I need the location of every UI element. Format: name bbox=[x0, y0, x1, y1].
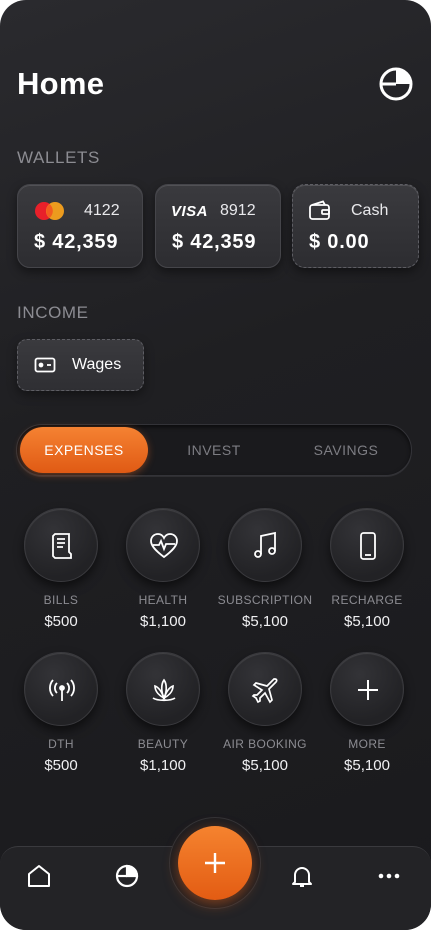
income-item-label: Wages bbox=[72, 356, 122, 373]
category-button[interactable] bbox=[330, 652, 404, 726]
category-name: HEALTH bbox=[138, 593, 188, 607]
wallet-card-mastercard[interactable]: 4122 $ 42,359 bbox=[17, 184, 143, 268]
category-button[interactable] bbox=[228, 652, 302, 726]
card-number: 8912 bbox=[220, 202, 256, 219]
category-value: $500 bbox=[44, 757, 78, 774]
category-value: $500 bbox=[44, 613, 78, 630]
tab-savings[interactable]: SAVINGS bbox=[281, 425, 411, 475]
category-value: $5,100 bbox=[344, 757, 390, 774]
smartphone-icon bbox=[360, 532, 376, 560]
category-name: MORE bbox=[348, 737, 386, 751]
category-value: $5,100 bbox=[242, 613, 288, 630]
heart-pulse-icon bbox=[150, 533, 178, 559]
card-balance: $ 42,359 bbox=[172, 231, 257, 253]
receipt-icon bbox=[52, 533, 72, 559]
tab-invest[interactable]: INVEST bbox=[149, 425, 279, 475]
add-icon[interactable] bbox=[178, 826, 252, 900]
category-name: BEAUTY bbox=[137, 737, 189, 751]
card-balance: $ 42,359 bbox=[34, 231, 119, 253]
lotus-icon bbox=[152, 678, 176, 702]
category-value: $5,100 bbox=[242, 757, 288, 774]
category-button[interactable] bbox=[228, 508, 302, 582]
category-name: SUBSCRIPTION bbox=[217, 593, 313, 607]
category-value: $5,100 bbox=[344, 613, 390, 630]
antenna-icon bbox=[49, 679, 75, 701]
airplane-icon bbox=[251, 678, 278, 704]
visa-logo: VISA bbox=[171, 202, 209, 220]
category-button[interactable] bbox=[126, 508, 200, 582]
phone-screen: Home WALLETS 4122 $ 42,359 VISA 8912 $ 4… bbox=[0, 0, 431, 930]
wallets-label: WALLETS bbox=[17, 148, 100, 167]
category-name: DTH bbox=[48, 737, 74, 751]
wallet-card-visa[interactable]: VISA 8912 $ 42,359 bbox=[155, 184, 281, 268]
page-title: Home bbox=[17, 66, 105, 101]
income-label: INCOME bbox=[17, 303, 89, 322]
tab-expenses[interactable]: EXPENSES bbox=[20, 427, 148, 473]
category-tabs: EXPENSES INVEST SAVINGS bbox=[16, 424, 412, 476]
income-wages-chip[interactable]: Wages bbox=[17, 339, 144, 391]
category-value: $1,100 bbox=[140, 613, 186, 630]
category-button[interactable] bbox=[126, 652, 200, 726]
wallet-icon bbox=[308, 200, 332, 221]
category-name: AIR BOOKING bbox=[223, 737, 307, 751]
card-number: 4122 bbox=[84, 202, 120, 219]
bell-icon[interactable] bbox=[289, 863, 315, 889]
category-button[interactable] bbox=[330, 508, 404, 582]
wallet-card-cash[interactable]: Cash $ 0.00 bbox=[292, 184, 419, 268]
category-value: $1,100 bbox=[140, 757, 186, 774]
card-balance: $ 0.00 bbox=[309, 231, 370, 253]
more-icon[interactable] bbox=[376, 863, 402, 889]
card-label: Cash bbox=[351, 202, 389, 219]
category-button[interactable] bbox=[24, 652, 98, 726]
plus-icon bbox=[358, 680, 378, 700]
category-button[interactable] bbox=[24, 508, 98, 582]
category-name: BILLS bbox=[43, 593, 79, 607]
cash-icon bbox=[34, 356, 56, 379]
category-name: RECHARGE bbox=[331, 593, 403, 607]
home-icon[interactable] bbox=[26, 863, 52, 889]
pie-chart-nav-icon[interactable] bbox=[114, 863, 140, 889]
music-note-icon bbox=[254, 531, 276, 558]
mastercard-icon bbox=[33, 201, 67, 221]
pie-chart-icon[interactable] bbox=[378, 66, 414, 102]
